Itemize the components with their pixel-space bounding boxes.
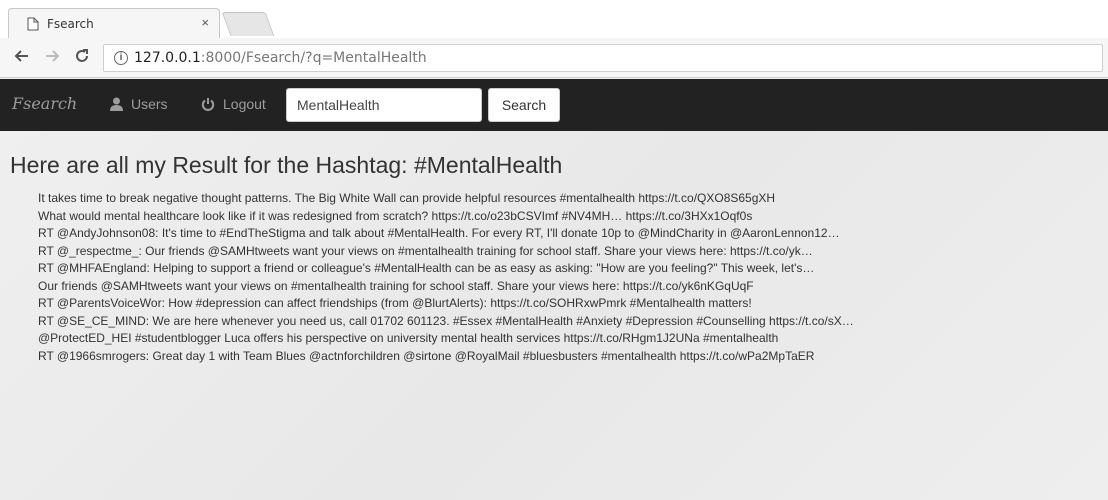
results-list: It takes time to break negative thought … <box>38 190 1098 365</box>
list-item: RT @ParentsVoiceWor: How #depression can… <box>38 295 1098 313</box>
browser-tab-strip: Fsearch × <box>0 0 1108 38</box>
search-button[interactable]: Search <box>488 88 560 122</box>
nav-logout-label: Logout <box>223 96 266 112</box>
app-navbar: Fsearch Users Logout Search <box>0 79 1108 131</box>
list-item: RT @MHFAEngland: Helping to support a fr… <box>38 260 1098 278</box>
power-icon <box>201 98 215 111</box>
tab-close-icon[interactable]: × <box>201 15 209 30</box>
list-item: @ProtectED_HEI #studentblogger Luca offe… <box>38 330 1098 348</box>
reload-icon[interactable] <box>74 48 90 69</box>
list-item: RT @1966smrogers: Great day 1 with Team … <box>38 348 1098 366</box>
url-text: 127.0.0.1:8000/Fsearch/?q=MentalHealth <box>134 50 427 66</box>
list-item: RT @SE_CE_MIND: We are here whenever you… <box>38 313 1098 331</box>
page-icon <box>27 17 39 31</box>
browser-tab[interactable]: Fsearch × <box>8 8 220 38</box>
list-item: RT @_respectme_: Our friends @SAMHtweets… <box>38 243 1098 261</box>
back-icon[interactable] <box>14 48 30 69</box>
url-path: :8000/Fsearch/?q=MentalHealth <box>200 50 427 66</box>
main-content: Here are all my Result for the Hashtag: … <box>0 131 1108 500</box>
url-host: 127.0.0.1 <box>134 50 201 66</box>
list-item: What would mental healthcare look like i… <box>38 208 1098 226</box>
user-icon <box>110 97 123 111</box>
search-input[interactable] <box>286 88 482 122</box>
nav-users-label: Users <box>131 96 168 112</box>
new-tab-button[interactable] <box>221 12 275 36</box>
browser-toolbar: i 127.0.0.1:8000/Fsearch/?q=MentalHealth <box>0 38 1108 78</box>
list-item: Our friends @SAMHtweets want your views … <box>38 278 1098 296</box>
list-item: RT @AndyJohnson08: It's time to #EndTheS… <box>38 225 1098 243</box>
brand-logo[interactable]: Fsearch <box>12 94 77 113</box>
page-title: Here are all my Result for the Hashtag: … <box>10 152 563 178</box>
nav-logout-link[interactable]: Logout <box>201 96 266 112</box>
forward-icon[interactable] <box>44 48 60 69</box>
nav-users-link[interactable]: Users <box>110 96 168 112</box>
info-icon[interactable]: i <box>114 51 128 65</box>
address-bar[interactable]: i 127.0.0.1:8000/Fsearch/?q=MentalHealth <box>103 44 1103 72</box>
tab-title: Fsearch <box>47 17 94 31</box>
list-item: It takes time to break negative thought … <box>38 190 1098 208</box>
